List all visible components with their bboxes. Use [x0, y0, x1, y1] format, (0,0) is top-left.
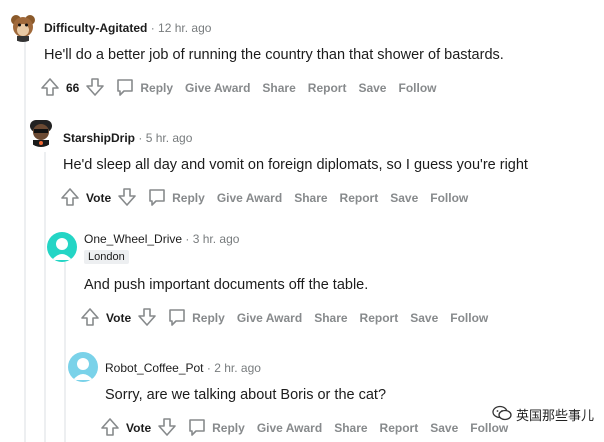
comment-meta: Difficulty-Agitated · 12 hr. ago	[44, 21, 211, 35]
avatar[interactable]	[26, 117, 56, 147]
save-button[interactable]: Save	[390, 191, 418, 205]
follow-button[interactable]: Follow	[398, 81, 436, 95]
vote-count: Vote	[126, 421, 152, 435]
comment-body: Sorry, are we talking about Boris or the…	[105, 387, 387, 403]
downvote-icon[interactable]	[137, 307, 157, 330]
thread-line[interactable]	[24, 42, 26, 442]
share-button[interactable]: Share	[314, 311, 347, 325]
thread-line[interactable]	[44, 152, 46, 442]
give-award-button[interactable]: Give Award	[217, 191, 282, 205]
timestamp[interactable]: 2 hr. ago	[214, 361, 261, 375]
reply-button[interactable]: Reply	[187, 417, 245, 440]
user-flair: London	[84, 250, 129, 264]
downvote-icon[interactable]	[117, 187, 137, 210]
timestamp[interactable]: 3 hr. ago	[193, 232, 240, 246]
comment-icon	[115, 77, 135, 100]
watermark-text: 英国那些事儿	[515, 408, 594, 423]
follow-button[interactable]: Follow	[430, 191, 468, 205]
timestamp[interactable]: 5 hr. ago	[146, 131, 193, 145]
comment-meta: Robot_Coffee_Pot · 2 hr. ago	[105, 361, 261, 375]
give-award-button[interactable]: Give Award	[237, 311, 302, 325]
reply-label: Reply	[172, 191, 205, 205]
comment-icon	[147, 187, 167, 210]
watermark: 英国那些事儿	[492, 405, 594, 424]
reply-label: Reply	[192, 311, 225, 325]
vote-count: Vote	[106, 311, 132, 325]
share-button[interactable]: Share	[262, 81, 295, 95]
report-button[interactable]: Report	[340, 191, 379, 205]
save-button[interactable]: Save	[358, 81, 386, 95]
reply-label: Reply	[140, 81, 174, 95]
save-button[interactable]: Save	[410, 311, 438, 325]
comment-icon	[167, 307, 187, 330]
report-button[interactable]: Report	[360, 311, 399, 325]
wechat-icon	[492, 405, 512, 424]
timestamp[interactable]: 12 hr. ago	[158, 21, 211, 35]
comment-actions: Vote Reply Give Award Share Report Save …	[80, 307, 488, 329]
follow-button[interactable]: Follow	[450, 311, 488, 325]
comment-body: And push important documents off the tab…	[84, 277, 369, 293]
upvote-icon[interactable]	[100, 417, 120, 440]
save-button[interactable]: Save	[430, 421, 458, 435]
thread-line[interactable]	[64, 262, 66, 442]
reply-button[interactable]: Reply	[147, 187, 205, 210]
username[interactable]: One_Wheel_Drive	[84, 232, 182, 246]
avatar[interactable]	[68, 352, 98, 382]
comment-actions: Vote Reply Give Award Share Report Save …	[60, 187, 468, 209]
comment-icon	[187, 417, 207, 440]
upvote-icon[interactable]	[40, 77, 60, 100]
comment-actions: Vote Reply Give Award Share Report Save …	[100, 417, 508, 439]
give-award-button[interactable]: Give Award	[257, 421, 322, 435]
comment-body: He'd sleep all day and vomit on foreign …	[63, 157, 528, 173]
share-button[interactable]: Share	[334, 421, 367, 435]
report-button[interactable]: Report	[308, 81, 347, 95]
reply-label: Reply	[212, 421, 245, 435]
separator: ·	[206, 361, 211, 375]
separator: ·	[185, 232, 190, 246]
separator: ·	[150, 21, 155, 35]
give-award-button[interactable]: Give Award	[185, 81, 250, 95]
upvote-icon[interactable]	[60, 187, 80, 210]
reply-button[interactable]: Reply	[115, 77, 173, 100]
avatar[interactable]	[47, 232, 77, 262]
comment-meta: One_Wheel_Drive · 3 hr. ago	[84, 232, 239, 246]
comment-actions: 66 Reply Give Award Share Report Save Fo…	[40, 77, 436, 99]
separator: ·	[138, 131, 143, 145]
avatar[interactable]	[8, 12, 38, 42]
username[interactable]: Robot_Coffee_Pot	[105, 361, 204, 375]
reply-button[interactable]: Reply	[167, 307, 225, 330]
vote-count: Vote	[86, 191, 112, 205]
vote-count: 66	[66, 81, 80, 95]
comment-body: He'll do a better job of running the cou…	[44, 47, 504, 63]
username[interactable]: Difficulty-Agitated	[44, 21, 147, 35]
downvote-icon[interactable]	[157, 417, 177, 440]
upvote-icon[interactable]	[80, 307, 100, 330]
username[interactable]: StarshipDrip	[63, 131, 135, 145]
share-button[interactable]: Share	[294, 191, 327, 205]
downvote-icon[interactable]	[85, 77, 105, 100]
report-button[interactable]: Report	[380, 421, 419, 435]
comment-meta: StarshipDrip · 5 hr. ago	[63, 131, 192, 145]
